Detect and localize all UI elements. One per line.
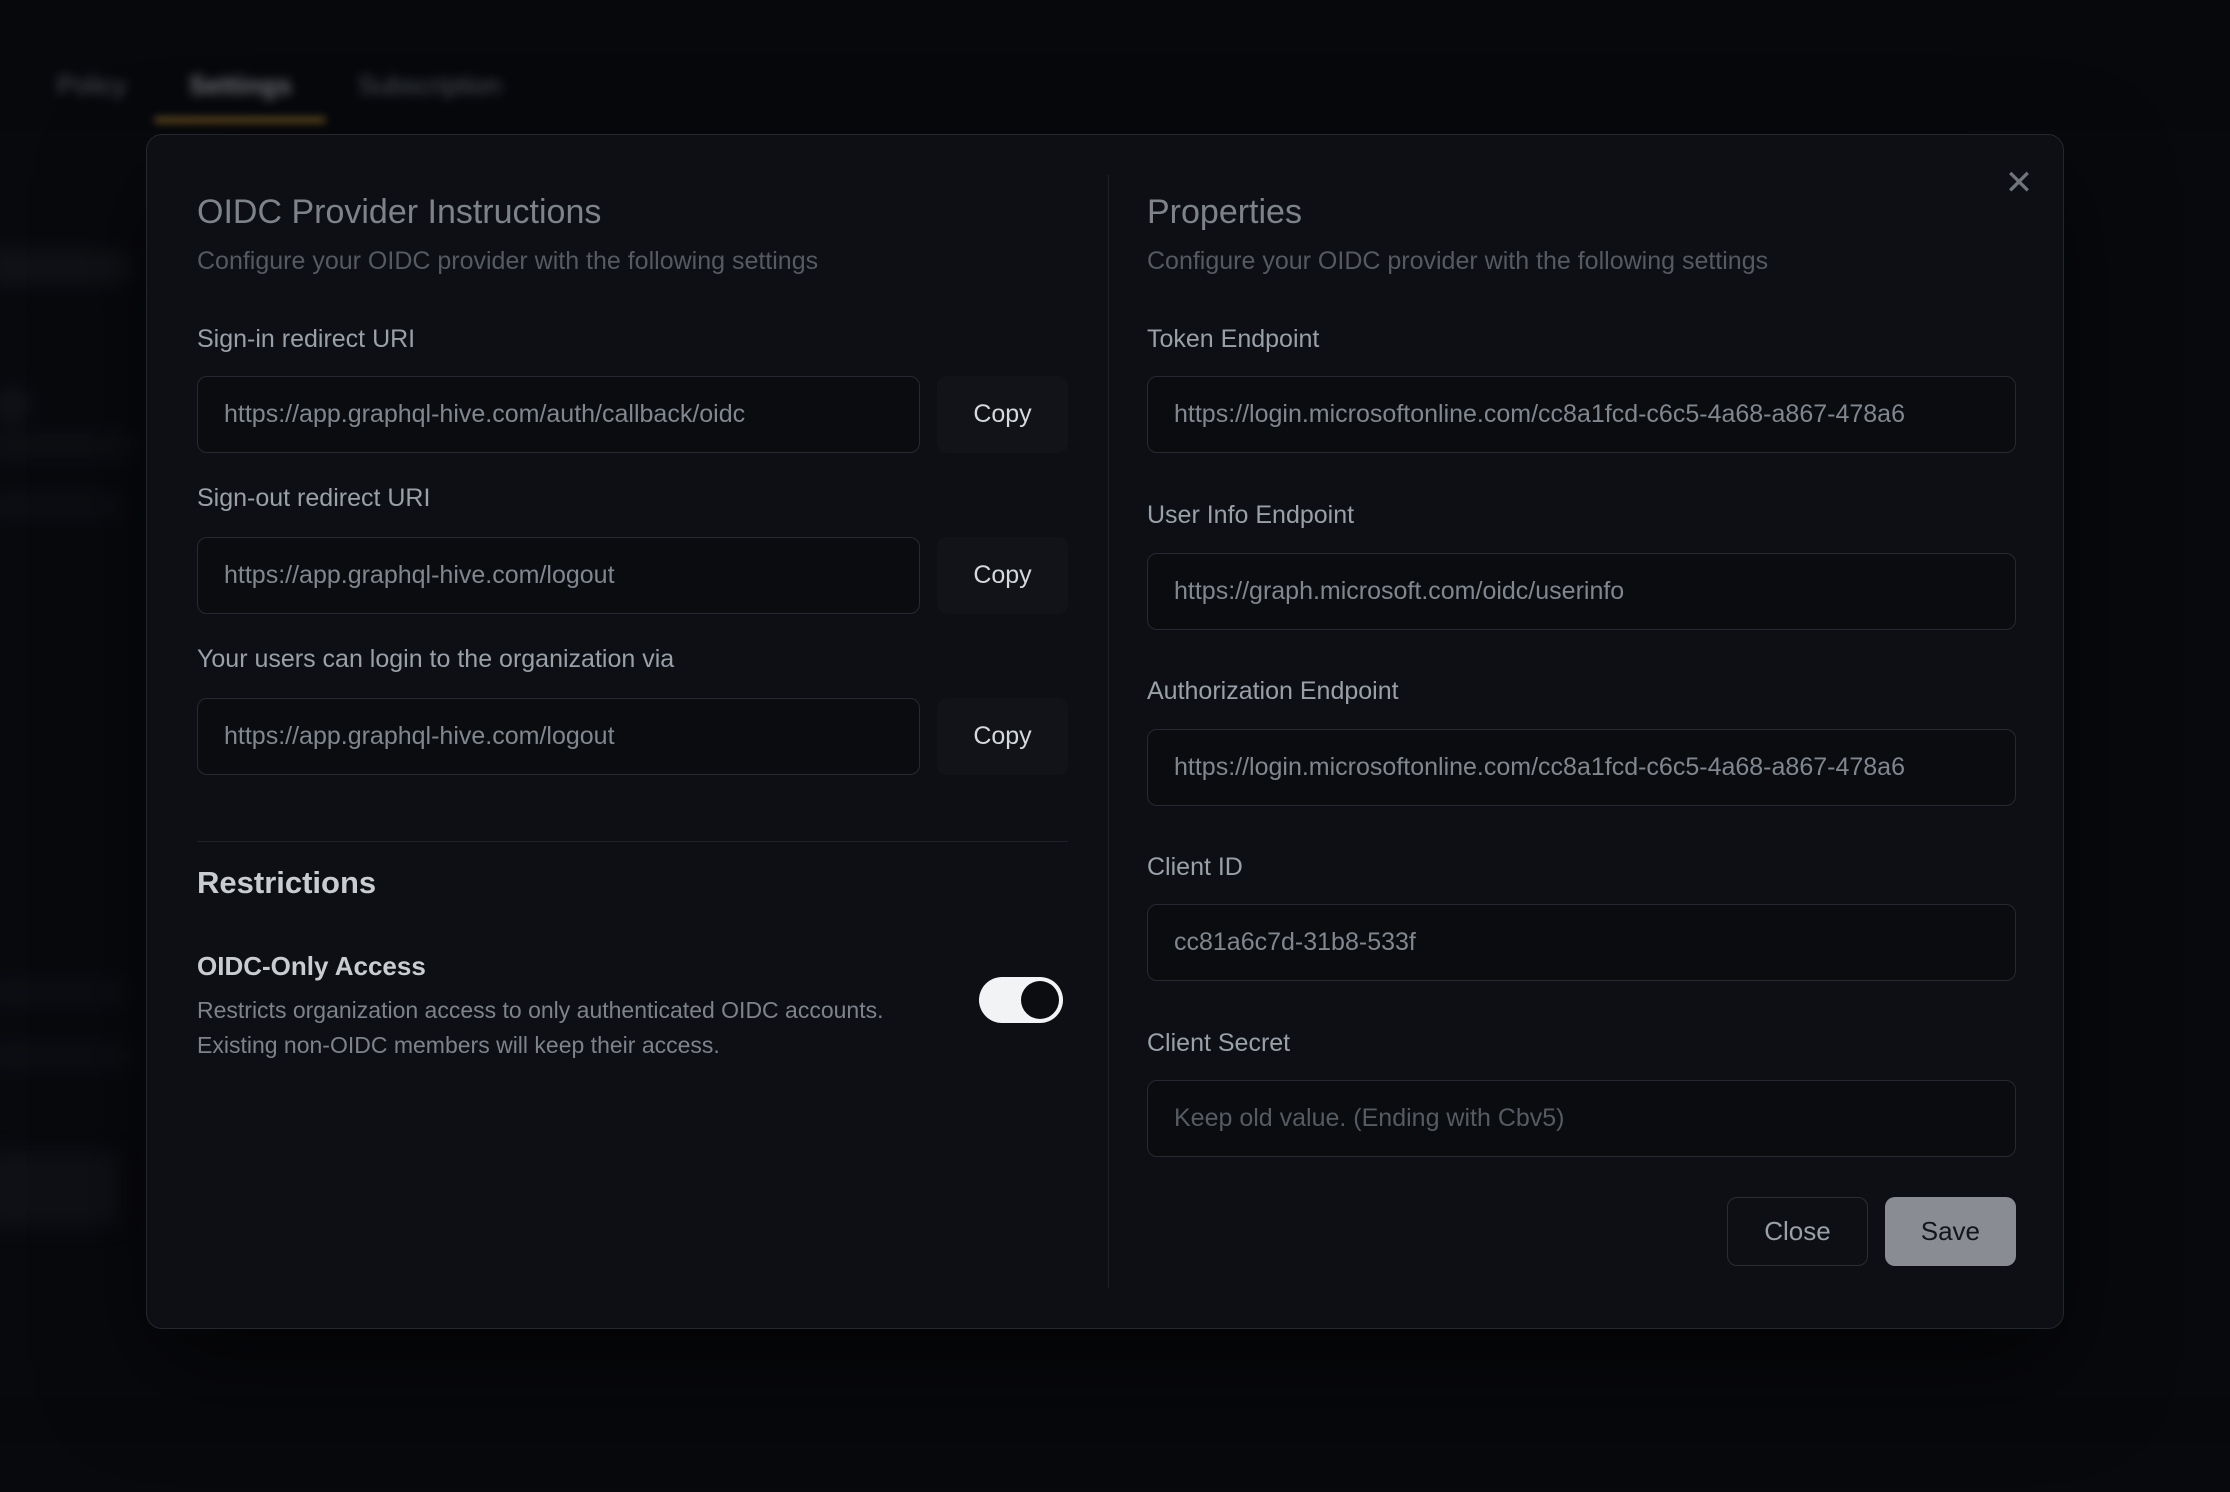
toggle-knob <box>1021 981 1059 1019</box>
description-line-1: Restricts organization access to only au… <box>197 993 884 1028</box>
login-via-input[interactable] <box>197 698 920 775</box>
client-secret-label: Client Secret <box>1147 1029 1290 1058</box>
copy-login-via-button[interactable]: Copy <box>937 698 1068 775</box>
save-button[interactable]: Save <box>1885 1197 2016 1266</box>
modal-actions: Close Save <box>1727 1197 2016 1266</box>
signout-redirect-input[interactable] <box>197 537 920 614</box>
signin-redirect-input[interactable] <box>197 376 920 453</box>
properties-column: Properties Configure your OIDC provider … <box>1147 135 2016 1328</box>
close-button[interactable]: Close <box>1727 1197 1867 1266</box>
column-divider <box>1108 175 1109 1288</box>
client-secret-input[interactable] <box>1147 1080 2016 1157</box>
oidc-settings-modal: ✕ OIDC Provider Instructions Configure y… <box>146 134 2064 1329</box>
restrictions-divider <box>197 841 1068 842</box>
authorization-endpoint-label: Authorization Endpoint <box>1147 677 1399 706</box>
instructions-title: OIDC Provider Instructions <box>197 193 601 232</box>
copy-signin-button[interactable]: Copy <box>937 376 1068 453</box>
description-line-2: Existing non-OIDC members will keep thei… <box>197 1028 884 1063</box>
signin-redirect-label: Sign-in redirect URI <box>197 325 415 354</box>
userinfo-endpoint-input[interactable] <box>1147 553 2016 630</box>
client-id-input[interactable] <box>1147 904 2016 981</box>
properties-subtitle: Configure your OIDC provider with the fo… <box>1147 247 1768 276</box>
copy-signout-button[interactable]: Copy <box>937 537 1068 614</box>
userinfo-endpoint-label: User Info Endpoint <box>1147 501 1354 530</box>
restrictions-title: Restrictions <box>197 865 376 901</box>
properties-title: Properties <box>1147 193 1302 232</box>
oidc-only-access-toggle[interactable] <box>979 977 1063 1023</box>
screen: Policy Settings Subscription ✕ OIDC Prov… <box>0 0 2230 1492</box>
instructions-column: OIDC Provider Instructions Configure you… <box>197 135 1068 1328</box>
oidc-only-access-label: OIDC-Only Access <box>197 951 426 982</box>
login-via-label: Your users can login to the organization… <box>197 645 674 674</box>
oidc-only-access-description: Restricts organization access to only au… <box>197 993 884 1063</box>
token-endpoint-input[interactable] <box>1147 376 2016 453</box>
instructions-subtitle: Configure your OIDC provider with the fo… <box>197 247 818 276</box>
token-endpoint-label: Token Endpoint <box>1147 325 1319 354</box>
authorization-endpoint-input[interactable] <box>1147 729 2016 806</box>
signout-redirect-label: Sign-out redirect URI <box>197 484 430 513</box>
client-id-label: Client ID <box>1147 853 1243 882</box>
